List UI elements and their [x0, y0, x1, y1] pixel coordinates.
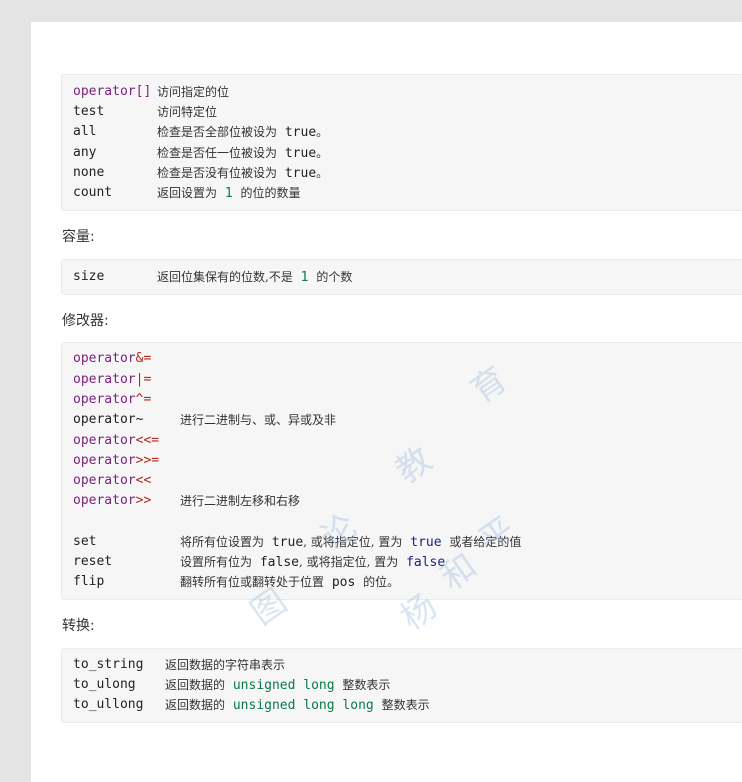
code-line-op-xor-assign: operator^=	[73, 392, 152, 407]
code-line-test: test 访问特定位	[73, 104, 218, 119]
code-line-op-shl-assign: operator<<=	[73, 433, 160, 448]
code-line-op-not: operator~ 进行二进制与、或、异或及非	[73, 412, 337, 427]
code-block-element-access: operator[] 访问指定的位 test 访问特定位 all 检查是否全部位被设为…	[61, 74, 742, 211]
code-block-capacity: size 返回位集保有的位数,不是 1 的个数	[61, 259, 742, 295]
code-line-op-shr: operator>> 进行二进制左移和右移	[73, 493, 301, 508]
code-line-op-or-assign: operator|=	[73, 372, 152, 387]
code-line-to-ulong: to_ulong 返回数据的 unsigned long 整数表示	[73, 677, 391, 693]
code-line-operator-index: operator[] 访问指定的位	[73, 84, 230, 99]
code-line-count: count 返回设置为 1 的位的数量	[73, 185, 301, 201]
code-line-op-and-assign: operator&=	[73, 351, 152, 366]
code-line-to-string: to_string 返回数据的字符串表示	[73, 657, 286, 672]
code-line-to-ullong: to_ullong 返回数据的 unsigned long long 整数表示	[73, 697, 430, 713]
code-line-all: all 检查是否全部位被设为 true。	[73, 124, 329, 140]
section-heading-conversions: 转换:	[62, 618, 95, 634]
code-block-modifiers: operator&= operator|= operator^= operato…	[61, 342, 742, 600]
code-line-reset: reset 设置所有位为 false, 或将指定位, 置为 false	[73, 554, 446, 570]
code-line-set: set 将所有位设置为 true, 或将指定位, 置为 true 或者给定的值	[73, 534, 522, 550]
section-heading-capacity: 容量:	[62, 229, 95, 245]
code-line-flip: flip 翻转所有位或翻转处于位置 pos 的位。	[73, 574, 400, 590]
code-line-size: size 返回位集保有的位数,不是 1 的个数	[73, 269, 353, 285]
code-block-conversions: to_string 返回数据的字符串表示 to_ulong 返回数据的 unsign…	[61, 648, 742, 723]
section-heading-modifiers: 修改器:	[62, 313, 109, 329]
code-line-op-shr-assign: operator>>=	[73, 453, 160, 468]
code-line-none: none 检查是否没有位被设为 true。	[73, 165, 329, 181]
code-line-op-shl: operator<<	[73, 473, 152, 488]
code-line-any: any 检查是否任一位被设为 true。	[73, 145, 329, 161]
